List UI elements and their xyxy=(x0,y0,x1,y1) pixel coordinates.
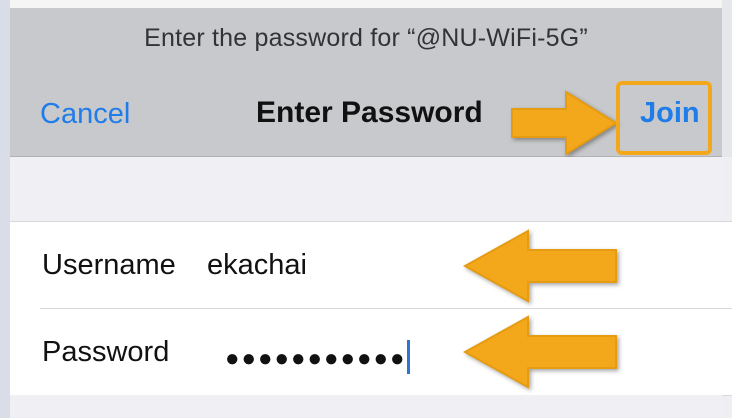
username-row[interactable]: Username ekachai xyxy=(10,222,732,308)
username-label: Username xyxy=(42,249,176,281)
masked-password: ●●●●●●●●●●● xyxy=(225,345,407,372)
network-prompt: Enter the password for “@NU-WiFi-5G” xyxy=(144,24,588,52)
password-label: Password xyxy=(42,336,170,368)
page-title: Enter Password xyxy=(256,96,483,129)
navigation-header: Enter the password for “@NU-WiFi-5G” Can… xyxy=(10,8,722,157)
right-edge xyxy=(722,0,732,157)
left-edge xyxy=(0,0,10,418)
credentials-form: Username ekachai Password ●●●●●●●●●●● xyxy=(10,221,732,396)
bottom-group-spacer xyxy=(10,395,722,418)
username-field[interactable]: ekachai xyxy=(207,249,307,282)
password-row[interactable]: Password ●●●●●●●●●●● xyxy=(10,309,732,395)
group-spacer xyxy=(10,157,722,221)
text-cursor xyxy=(407,340,411,374)
left-arrow-icon xyxy=(462,315,617,389)
wifi-password-screen: Enter the password for “@NU-WiFi-5G” Can… xyxy=(0,0,732,418)
navigation-bar: Cancel Enter Password Join xyxy=(10,81,722,156)
password-field[interactable]: ●●●●●●●●●●● xyxy=(225,340,411,374)
join-button[interactable]: Join xyxy=(640,97,700,130)
cancel-button[interactable]: Cancel xyxy=(40,98,130,131)
top-edge xyxy=(0,0,732,8)
join-highlight-box: Join xyxy=(616,81,712,155)
right-arrow-icon xyxy=(511,90,618,156)
left-arrow-icon xyxy=(462,229,617,303)
